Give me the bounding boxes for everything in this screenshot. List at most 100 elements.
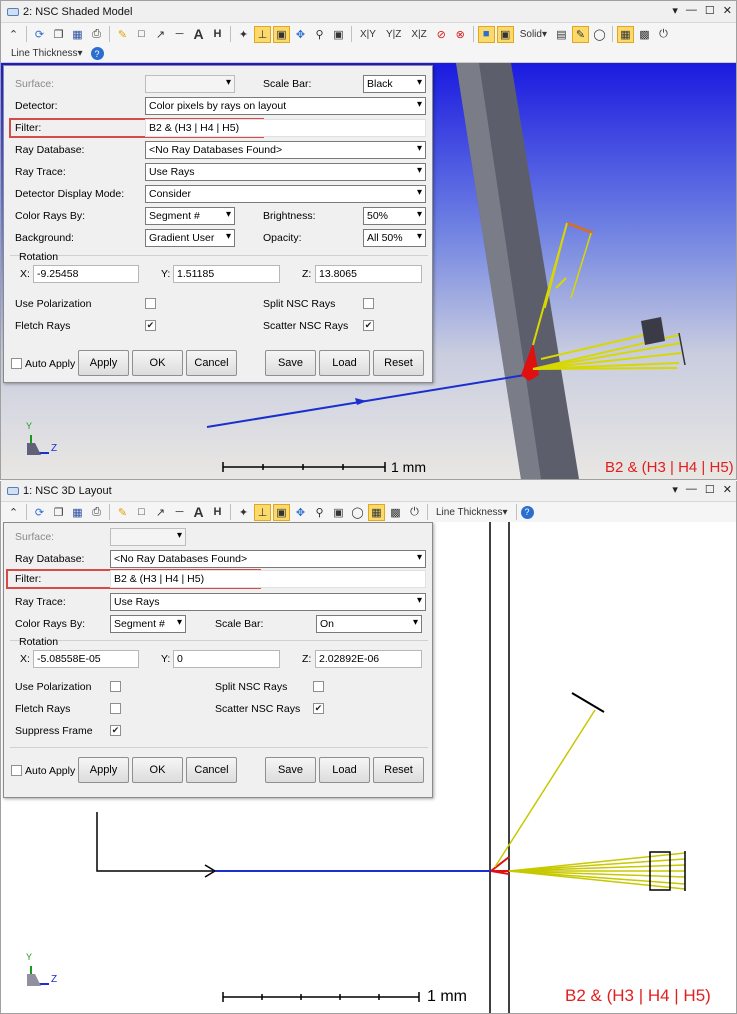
surface-dropdown[interactable] bbox=[110, 528, 186, 546]
view-yz-icon[interactable]: Y|Z bbox=[382, 26, 405, 43]
save-button[interactable]: Save bbox=[265, 757, 316, 783]
split-nsc-rays-checkbox[interactable] bbox=[313, 681, 324, 692]
help-icon[interactable]: ? bbox=[90, 47, 104, 60]
select-icon[interactable]: ▣ bbox=[273, 25, 290, 43]
no-rotate-icon[interactable]: ⊘ bbox=[433, 26, 450, 43]
rotation-x-input[interactable]: -9.25458 bbox=[33, 265, 139, 283]
rectangle-icon[interactable]: □ bbox=[133, 26, 150, 43]
minimize-icon[interactable]: — bbox=[686, 4, 697, 17]
rotate-icon[interactable]: ✦ bbox=[235, 26, 252, 43]
rotation-y-input[interactable]: 0 bbox=[173, 650, 280, 668]
reset-button[interactable]: Reset bbox=[373, 350, 424, 376]
pan-icon[interactable]: ✥ bbox=[292, 26, 309, 43]
opacity-dropdown[interactable]: All 50% bbox=[363, 229, 426, 247]
view-xy-icon[interactable]: X|Y bbox=[356, 26, 380, 43]
ray-database-dropdown[interactable]: <No Ray Databases Found> bbox=[110, 550, 426, 568]
ray-database-dropdown[interactable]: <No Ray Databases Found> bbox=[145, 141, 426, 159]
save-icon[interactable]: ▦ bbox=[69, 504, 86, 521]
rotate-icon[interactable]: ✦ bbox=[235, 504, 252, 521]
filter-input[interactable]: B2 & (H3 | H4 | H5) bbox=[145, 119, 426, 137]
line-icon[interactable]: ─ bbox=[171, 504, 188, 521]
no-ray-icon[interactable]: ⊗ bbox=[452, 26, 469, 43]
apply-button[interactable]: Apply bbox=[78, 757, 129, 783]
axes-icon[interactable]: ⊥ bbox=[254, 25, 271, 43]
save-icon[interactable]: ▦ bbox=[69, 26, 86, 43]
auto-apply-checkbox[interactable] bbox=[11, 358, 22, 369]
ok-button[interactable]: OK bbox=[132, 757, 183, 783]
use-polarization-checkbox[interactable] bbox=[110, 681, 121, 692]
dropdown-icon[interactable]: ▾ bbox=[672, 483, 678, 496]
save-button[interactable]: Save bbox=[265, 350, 316, 376]
gradient-icon[interactable]: ▤ bbox=[553, 26, 570, 43]
window-layout-icon[interactable]: ▩ bbox=[387, 504, 404, 521]
brightness-dropdown[interactable]: 50% bbox=[363, 207, 426, 225]
power-icon[interactable]: ⏻ bbox=[655, 26, 672, 43]
minimize-icon[interactable]: — bbox=[686, 483, 697, 496]
color-rays-by-dropdown[interactable]: Segment # bbox=[145, 207, 235, 225]
axes-icon[interactable]: ⊥ bbox=[254, 503, 271, 521]
refresh-icon[interactable]: ⟳ bbox=[31, 26, 48, 43]
surface-icon[interactable]: ▣ bbox=[496, 25, 514, 43]
collapse-icon[interactable]: ⌃ bbox=[5, 26, 22, 43]
dropdown-icon[interactable]: ▾ bbox=[672, 4, 678, 17]
help-icon[interactable]: ? bbox=[520, 505, 534, 519]
zoom-box-icon[interactable]: ▣ bbox=[330, 26, 347, 43]
shaded-viewport[interactable]: Y Z 1 mm B2 & (H3 | H4 | H5) Surface: Sc… bbox=[1, 63, 736, 479]
surface-dropdown[interactable] bbox=[145, 75, 235, 93]
rectangle-icon[interactable]: □ bbox=[133, 504, 150, 521]
maximize-icon[interactable]: ☐ bbox=[705, 4, 715, 17]
lock-icon[interactable]: ◯ bbox=[591, 26, 608, 43]
fletch-rays-checkbox[interactable]: ✔ bbox=[145, 320, 156, 331]
close-icon[interactable]: ✕ bbox=[723, 483, 732, 496]
arrow-icon[interactable]: ↗ bbox=[152, 26, 169, 43]
text-icon[interactable]: A bbox=[190, 504, 207, 521]
filter-input[interactable]: B2 & (H3 | H4 | H5) bbox=[110, 570, 426, 588]
dimension-icon[interactable]: H bbox=[209, 26, 226, 43]
copy-icon[interactable]: ❐ bbox=[50, 504, 67, 521]
refresh-icon[interactable]: ⟳ bbox=[31, 504, 48, 521]
line-thickness-dropdown[interactable]: Line Thickness ▾ bbox=[432, 504, 512, 521]
reset-button[interactable]: Reset bbox=[373, 757, 424, 783]
fit-icon[interactable]: ▦ bbox=[617, 25, 634, 43]
color-rays-by-dropdown[interactable]: Segment # bbox=[110, 615, 186, 633]
scale-bar-dropdown[interactable]: Black bbox=[363, 75, 426, 93]
line-icon[interactable]: ─ bbox=[171, 26, 188, 43]
zoom-icon[interactable]: ⚲ bbox=[311, 504, 328, 521]
load-button[interactable]: Load bbox=[319, 350, 370, 376]
ray-trace-dropdown[interactable]: Use Rays bbox=[110, 593, 426, 611]
split-nsc-rays-checkbox[interactable] bbox=[363, 298, 374, 309]
text-icon[interactable]: A bbox=[190, 26, 207, 43]
power-icon[interactable]: ⏻ bbox=[406, 504, 423, 521]
pencil-icon[interactable]: ✎ bbox=[114, 26, 131, 43]
render-mode-dropdown[interactable]: Solid ▾ bbox=[516, 26, 551, 43]
scatter-nsc-rays-checkbox[interactable]: ✔ bbox=[313, 703, 324, 714]
line-thickness-dropdown[interactable]: Line Thickness ▾ bbox=[7, 45, 87, 62]
rotation-z-input[interactable]: 13.8065 bbox=[315, 265, 422, 283]
cancel-button[interactable]: Cancel bbox=[186, 350, 237, 376]
detector-display-mode-dropdown[interactable]: Consider bbox=[145, 185, 426, 203]
fletch-rays-checkbox[interactable] bbox=[110, 703, 121, 714]
detector-dropdown[interactable]: Color pixels by rays on layout bbox=[145, 97, 426, 115]
layout-viewport[interactable]: Y Z 1 mm B2 & (H3 | H4 | H5) Surface: Ra… bbox=[1, 522, 736, 1013]
pan-icon[interactable]: ✥ bbox=[292, 504, 309, 521]
light-icon[interactable]: ✎ bbox=[572, 25, 589, 43]
maximize-icon[interactable]: ☐ bbox=[705, 483, 715, 496]
fit-icon[interactable]: ▦ bbox=[368, 503, 385, 521]
auto-apply-checkbox[interactable] bbox=[11, 765, 22, 776]
ray-trace-dropdown[interactable]: Use Rays bbox=[145, 163, 426, 181]
view-xz-icon[interactable]: X|Z bbox=[407, 26, 430, 43]
copy-icon[interactable]: ❐ bbox=[50, 26, 67, 43]
select-icon[interactable]: ▣ bbox=[273, 503, 290, 521]
print-icon[interactable]: ⎙ bbox=[88, 26, 105, 43]
rotation-y-input[interactable]: 1.51185 bbox=[173, 265, 280, 283]
print-icon[interactable]: ⎙ bbox=[88, 504, 105, 521]
arrow-icon[interactable]: ↗ bbox=[152, 504, 169, 521]
pencil-icon[interactable]: ✎ bbox=[114, 504, 131, 521]
cube-icon[interactable]: ■ bbox=[477, 25, 495, 43]
background-dropdown[interactable]: Gradient User bbox=[145, 229, 235, 247]
use-polarization-checkbox[interactable] bbox=[145, 298, 156, 309]
lock-icon[interactable]: ◯ bbox=[349, 504, 366, 521]
window-layout-icon[interactable]: ▩ bbox=[636, 26, 653, 43]
rotation-z-input[interactable]: 2.02892E-06 bbox=[315, 650, 422, 668]
rotation-x-input[interactable]: -5.08558E-05 bbox=[33, 650, 139, 668]
